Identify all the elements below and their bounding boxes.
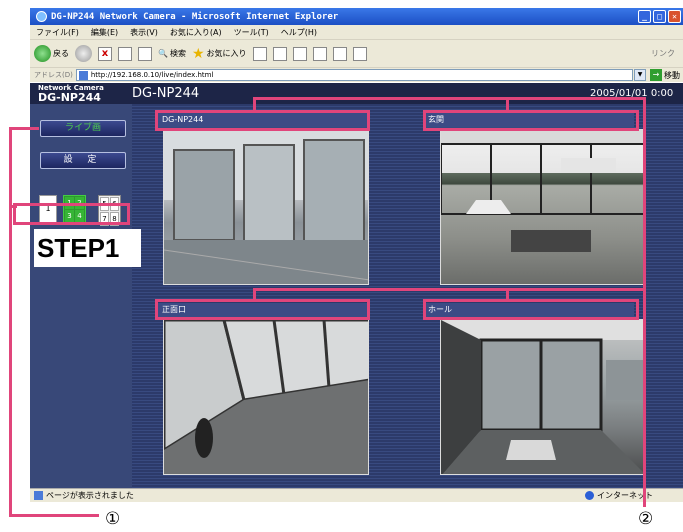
search-button[interactable]: 🔍 検索: [158, 48, 186, 59]
callout-line-2-right: [643, 97, 646, 507]
camera-4-scene: [441, 320, 645, 474]
camera-2-image[interactable]: [440, 129, 646, 285]
go-button[interactable]: → 移動: [650, 69, 680, 81]
callout-number-2: ②: [638, 509, 654, 529]
menu-help[interactable]: ヘルプ(H): [281, 27, 317, 38]
close-button[interactable]: ✕: [668, 10, 681, 23]
setup-button[interactable]: 設 定: [40, 152, 126, 169]
sidebar: ライブ画 設 定 1 1 2 3 4 5 6 7 8: [30, 104, 132, 488]
minimize-button[interactable]: _: [638, 10, 651, 23]
address-input[interactable]: http://192.168.0.10/live/index.html: [75, 69, 633, 81]
camera-2-scene: [441, 130, 645, 252]
page-header: Network Camera DG-NP244 DG-NP244 2005/01…: [30, 83, 683, 104]
address-bar: アドレス(D) http://192.168.0.10/live/index.h…: [30, 67, 683, 82]
edit-icon[interactable]: [312, 46, 327, 61]
live-view-button[interactable]: ライブ画: [40, 120, 126, 137]
camera-3-scene: [164, 320, 368, 474]
page-title: DG-NP244: [132, 86, 200, 101]
camera-page: Network Camera DG-NP244 DG-NP244 2005/01…: [30, 83, 683, 488]
go-arrow-icon: →: [650, 69, 662, 81]
callout-box-split-buttons: [13, 203, 130, 225]
folder-icon[interactable]: [332, 46, 347, 61]
favorites-label: お気に入り: [206, 49, 247, 58]
maximize-button[interactable]: □: [653, 10, 666, 23]
window-title: DG-NP244 Network Camera - Microsoft Inte…: [51, 11, 339, 22]
camera-1-image[interactable]: [163, 129, 369, 285]
refresh-icon[interactable]: [118, 46, 132, 61]
callout-line-1: [9, 127, 12, 517]
callout-line-1-mid: [9, 205, 17, 208]
window-controls: _ □ ✕: [638, 10, 681, 23]
camera-4-image[interactable]: [440, 319, 646, 475]
menu-tools[interactable]: ツール(T): [234, 27, 269, 38]
favorites-button[interactable]: ★ お気に入り: [192, 46, 247, 62]
messenger-icon[interactable]: [352, 46, 367, 61]
callout-line-2b: [506, 97, 509, 111]
callout-line-2-top: [253, 97, 646, 100]
home-icon[interactable]: [138, 46, 152, 61]
callout-line-2d: [506, 288, 509, 300]
stop-icon[interactable]: x: [98, 46, 112, 61]
status-bar: ページが表示されました インターネット: [30, 488, 683, 502]
callout-line-2-mid: [253, 288, 646, 291]
brand-model: DG-NP244: [38, 91, 101, 104]
step1-label: STEP1: [34, 229, 141, 267]
menu-favorites[interactable]: お気に入り(A): [170, 27, 222, 38]
menu-edit[interactable]: 編集(E): [91, 27, 118, 38]
browser-toolbar: 戻る x 🔍 検索 ★ お気に入り リンク: [30, 39, 683, 67]
callout-line-1-bottom: [9, 514, 99, 517]
callout-line-1-top: [9, 127, 39, 130]
back-button[interactable]: 戻る: [34, 45, 69, 62]
address-dropdown-icon[interactable]: ▼: [634, 69, 646, 81]
callout-line-2c: [253, 288, 256, 300]
star-icon: ★: [191, 45, 205, 62]
callout-box-camera-1-title: [155, 110, 370, 131]
search-label: 検索: [169, 49, 186, 58]
page-done-icon: [34, 491, 43, 500]
forward-button[interactable]: [75, 45, 92, 62]
internet-explorer-icon: [36, 11, 47, 22]
address-url: http://192.168.0.10/live/index.html: [90, 71, 214, 79]
window-titlebar: DG-NP244 Network Camera - Microsoft Inte…: [30, 8, 683, 25]
history-icon[interactable]: [252, 46, 267, 61]
page-icon: [78, 71, 88, 80]
globe-icon: [585, 491, 594, 500]
mail-icon[interactable]: [272, 46, 287, 61]
callout-box-camera-4-title: [423, 299, 639, 320]
links-label[interactable]: リンク: [651, 48, 675, 59]
status-text: ページが表示されました: [46, 491, 134, 500]
search-icon: 🔍: [158, 49, 168, 58]
go-label: 移動: [664, 70, 680, 80]
address-label: アドレス(D): [34, 71, 73, 79]
print-icon[interactable]: [292, 46, 307, 61]
back-label: 戻る: [53, 49, 69, 58]
callout-number-1: ①: [105, 509, 121, 529]
callout-box-camera-2-title: [423, 110, 639, 131]
back-arrow-icon: [34, 45, 51, 62]
camera-3-image[interactable]: [163, 319, 369, 475]
forward-arrow-icon: [75, 45, 92, 62]
menu-file[interactable]: ファイル(F): [36, 27, 79, 38]
callout-box-camera-3-title: [155, 299, 370, 320]
camera-1-scene: [164, 130, 368, 284]
menu-bar: ファイル(F) 編集(E) 表示(V) お気に入り(A) ツール(T) ヘルプ(…: [30, 25, 683, 39]
menu-view[interactable]: 表示(V): [130, 27, 158, 38]
